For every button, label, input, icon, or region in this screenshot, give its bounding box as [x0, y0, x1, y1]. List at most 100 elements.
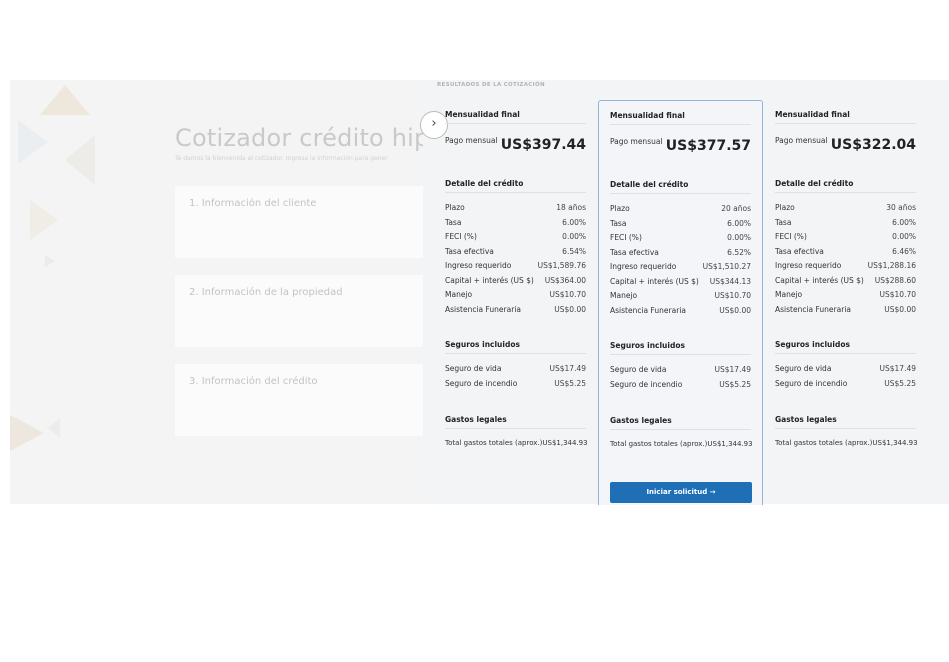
- total-gastos: Total gastos totales (aprox.)US$1,344.93: [445, 439, 588, 447]
- detail-value: US$1,589.76: [537, 261, 586, 270]
- decorative-triangle: [65, 135, 95, 185]
- detail-row: Capital + interés (US $) US$364.00: [445, 276, 586, 287]
- detail-value: US$10.70: [549, 290, 587, 299]
- detail-label: Tasa efectiva: [775, 246, 824, 256]
- pago-mensual-value: US$397.44: [500, 137, 586, 153]
- detalle-heading: Detalle del crédito: [775, 179, 916, 193]
- detail-row: Capital + interés (US $) US$288.60: [775, 276, 916, 287]
- detail-label: Capital + interés (US $): [445, 275, 534, 285]
- detail-row: FECI (%) 0.00%: [445, 232, 586, 243]
- detail-value: US$5.25: [554, 378, 586, 388]
- detail-value: 6.52%: [727, 247, 751, 257]
- detail-value: 20 años: [721, 204, 751, 213]
- detail-row: Manejo US$10.70: [775, 290, 916, 301]
- detail-value: US$344.13: [709, 276, 751, 286]
- detail-row: Tasa 6.00%: [775, 218, 916, 229]
- detail-row: Ingreso requerido US$1,589.76: [445, 261, 586, 272]
- detail-label: Plazo: [775, 203, 795, 212]
- detail-row: Tasa 6.00%: [610, 219, 751, 230]
- section-property-info[interactable]: 2. Información de la propiedad: [175, 275, 423, 347]
- gastos-heading: Gastos legales: [775, 415, 916, 429]
- seguros-heading: Seguros incluidos: [610, 341, 751, 355]
- detail-label: Manejo: [445, 290, 473, 299]
- detail-row: Plazo 30 años: [775, 203, 916, 214]
- detail-label: Seguro de incendio: [775, 378, 848, 388]
- section-label: 1. Información del cliente: [189, 198, 317, 209]
- detail-label: Tasa efectiva: [610, 247, 659, 257]
- detail-value: 18 años: [556, 203, 586, 212]
- detail-row: FECI (%) 0.00%: [775, 232, 916, 243]
- detail-label: Asistencia Funeraria: [775, 304, 851, 314]
- detail-value: 6.00%: [727, 218, 751, 228]
- iniciar-solicitud-button[interactable]: Iniciar solicitud →: [610, 482, 752, 503]
- pago-mensual-label: Pago mensual: [775, 136, 828, 145]
- detalle-heading: Detalle del crédito: [445, 179, 586, 193]
- decorative-triangle: [30, 200, 58, 240]
- detail-value: US$17.49: [549, 364, 587, 373]
- section-label: 3. Información del crédito: [189, 376, 318, 387]
- detail-value: 0.00%: [892, 232, 916, 241]
- decorative-triangle: [45, 255, 55, 267]
- results-title: RESULTADOS DE LA COTIZACIÓN: [437, 82, 545, 88]
- mensualidad-heading: Mensualidad final: [775, 110, 916, 124]
- detail-row: Plazo 20 años: [610, 204, 751, 215]
- seguros-heading: Seguros incluidos: [775, 340, 916, 354]
- detail-label: Seguro de incendio: [445, 378, 518, 388]
- decorative-triangle: [48, 418, 60, 438]
- decorative-triangle: [18, 120, 48, 164]
- section-client-info[interactable]: 1. Información del cliente: [175, 186, 423, 258]
- detail-label: Asistencia Funeraria: [445, 304, 521, 314]
- detail-row: Manejo US$10.70: [445, 290, 586, 301]
- detail-label: Ingreso requerido: [775, 261, 842, 270]
- detail-label: Capital + interés (US $): [610, 276, 699, 286]
- detail-row: FECI (%) 0.00%: [610, 233, 751, 244]
- detail-value: US$17.49: [714, 365, 752, 374]
- detail-label: Tasa: [775, 217, 792, 227]
- page-subtitle: Te damos la bienvenida al cotizador. Ing…: [175, 155, 388, 162]
- mensualidad-heading: Mensualidad final: [610, 111, 751, 125]
- detail-value: US$0.00: [719, 305, 751, 315]
- pago-mensual-value: US$377.57: [665, 138, 751, 154]
- detail-label: Ingreso requerido: [610, 262, 677, 271]
- detail-value: 0.00%: [562, 232, 586, 241]
- detail-value: 30 años: [886, 203, 916, 212]
- detail-label: FECI (%): [775, 232, 807, 241]
- detail-value: 6.54%: [562, 246, 586, 256]
- decorative-triangle: [10, 415, 44, 451]
- pago-mensual-value: US$322.04: [830, 137, 916, 153]
- detail-label: Asistencia Funeraria: [610, 305, 686, 315]
- detail-row: Seguro de incendio US$5.25: [610, 380, 751, 391]
- detail-label: FECI (%): [445, 232, 477, 241]
- detail-row: Asistencia Funeraria US$0.00: [775, 305, 916, 316]
- pago-mensual-label: Pago mensual: [610, 137, 663, 146]
- detail-label: Plazo: [445, 203, 465, 212]
- detail-row: Ingreso requerido US$1,510.27: [610, 262, 751, 273]
- page-title: Cotizador crédito hipot: [175, 124, 423, 152]
- detail-row: Ingreso requerido US$1,288.16: [775, 261, 916, 272]
- gastos-heading: Gastos legales: [445, 415, 586, 429]
- seguros-heading: Seguros incluidos: [445, 340, 586, 354]
- detail-row: Seguro de incendio US$5.25: [445, 379, 586, 390]
- detail-value: 6.46%: [892, 246, 916, 256]
- quote-option-column-2: Mensualidad final Pago mensual US$377.57…: [598, 100, 763, 505]
- detail-value: 0.00%: [727, 233, 751, 242]
- detail-value: 6.00%: [562, 217, 586, 227]
- total-gastos: Total gastos totales (aprox.)US$1,344.93: [610, 440, 753, 448]
- gastos-heading: Gastos legales: [610, 416, 751, 430]
- detail-row: Asistencia Funeraria US$0.00: [445, 305, 586, 316]
- section-credit-info[interactable]: 3. Información del crédito: [175, 364, 423, 436]
- detalle-heading: Detalle del crédito: [610, 180, 751, 194]
- detail-row: Tasa 6.00%: [445, 218, 586, 229]
- detail-label: Manejo: [610, 291, 638, 300]
- quote-results-panel: RESULTADOS DE LA COTIZACIÓN › Mensualida…: [420, 80, 949, 505]
- quote-option-column-3: Mensualidad final Pago mensual US$322.04…: [764, 100, 927, 504]
- detail-value: US$0.00: [554, 304, 586, 314]
- detail-label: Capital + interés (US $): [775, 275, 864, 285]
- detail-row: Capital + interés (US $) US$344.13: [610, 277, 751, 288]
- detail-value: US$17.49: [879, 364, 917, 373]
- detail-value: US$0.00: [884, 304, 916, 314]
- detail-label: Tasa efectiva: [445, 246, 494, 256]
- detail-label: Seguro de vida: [445, 364, 502, 373]
- detail-label: Seguro de vida: [610, 365, 667, 374]
- detail-value: US$364.00: [544, 275, 586, 285]
